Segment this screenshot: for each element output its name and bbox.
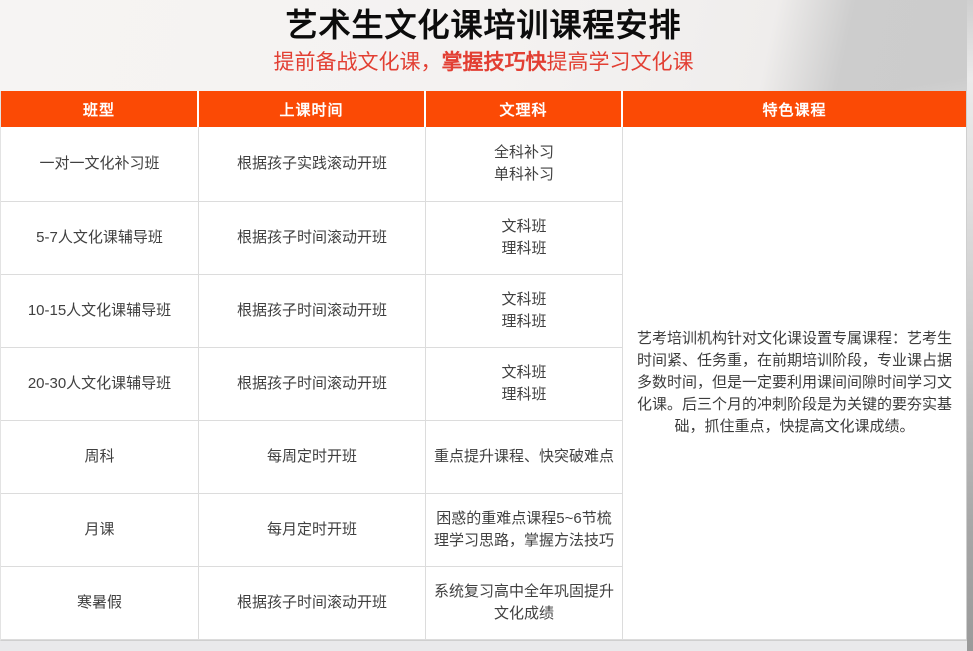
- schedule-cell: 根据孩子时间滚动开班: [199, 275, 426, 347]
- header-subjects: 文理科: [426, 91, 623, 127]
- table-row: 寒暑假根据孩子时间滚动开班系统复习高中全年巩固提升文化成绩: [1, 567, 623, 640]
- subtitle-highlight: 掌握技巧快: [442, 51, 547, 74]
- subtitle-suffix: 提高学习文化课: [547, 51, 694, 74]
- subject-line: 单科补习: [494, 164, 554, 186]
- subtitle-prefix: 提前备战文化课，: [274, 51, 442, 74]
- header-class-type: 班型: [1, 91, 199, 127]
- class-type-cell: 10-15人文化课辅导班: [1, 275, 199, 347]
- subjects-cell: 困惑的重难点课程5~6节梳理学习思路，掌握方法技巧: [426, 494, 623, 566]
- table-row: 20-30人文化课辅导班根据孩子时间滚动开班文科班理科班: [1, 348, 623, 421]
- table-row: 一对一文化补习班根据孩子实践滚动开班全科补习单科补习: [1, 127, 623, 202]
- table-row: 5-7人文化课辅导班根据孩子时间滚动开班文科班理科班: [1, 202, 623, 275]
- feature-course-text: 艺考培训机构针对文化课设置专属课程：艺考生时间紧、任务重，在前期培训阶段，专业课…: [631, 328, 958, 438]
- subject-line: 理科班: [501, 238, 546, 260]
- course-schedule-table: 班型 上课时间 文理科 特色课程 一对一文化补习班根据孩子实践滚动开班全科补习单…: [0, 91, 967, 641]
- schedule-cell: 根据孩子实践滚动开班: [199, 127, 426, 201]
- subjects-cell: 系统复习高中全年巩固提升文化成绩: [426, 567, 623, 639]
- subject-line: 困惑的重难点课程5~6节梳理学习思路，掌握方法技巧: [432, 508, 616, 552]
- class-type-cell: 20-30人文化课辅导班: [1, 348, 199, 420]
- table-row: 10-15人文化课辅导班根据孩子时间滚动开班文科班理科班: [1, 275, 623, 348]
- subject-line: 理科班: [501, 311, 546, 333]
- table-row: 月课每月定时开班困惑的重难点课程5~6节梳理学习思路，掌握方法技巧: [1, 494, 623, 567]
- table-header-row: 班型 上课时间 文理科 特色课程: [1, 91, 966, 127]
- subject-line: 重点提升课程、快突破难点: [434, 446, 614, 468]
- background-right-strip: [967, 0, 973, 651]
- header-class-time: 上课时间: [199, 91, 426, 127]
- subjects-cell: 文科班理科班: [426, 202, 623, 274]
- table-rows: 一对一文化补习班根据孩子实践滚动开班全科补习单科补习5-7人文化课辅导班根据孩子…: [1, 127, 623, 640]
- table-body: 一对一文化补习班根据孩子实践滚动开班全科补习单科补习5-7人文化课辅导班根据孩子…: [1, 127, 966, 640]
- schedule-cell: 每周定时开班: [199, 421, 426, 493]
- page-subtitle: 提前备战文化课，掌握技巧快提高学习文化课: [0, 51, 967, 75]
- schedule-cell: 根据孩子时间滚动开班: [199, 202, 426, 274]
- background-bottom-strip: [0, 641, 967, 651]
- class-type-cell: 5-7人文化课辅导班: [1, 202, 199, 274]
- subjects-cell: 文科班理科班: [426, 275, 623, 347]
- class-type-cell: 寒暑假: [1, 567, 199, 639]
- subject-line: 理科班: [501, 384, 546, 406]
- page-header: 艺术生文化课培训课程安排 提前备战文化课，掌握技巧快提高学习文化课: [0, 0, 967, 91]
- subject-line: 文科班: [501, 289, 546, 311]
- header-feature-course: 特色课程: [623, 91, 966, 127]
- subject-line: 系统复习高中全年巩固提升文化成绩: [432, 581, 616, 625]
- feature-course-cell: 艺考培训机构针对文化课设置专属课程：艺考生时间紧、任务重，在前期培训阶段，专业课…: [623, 127, 966, 640]
- subjects-cell: 全科补习单科补习: [426, 127, 623, 201]
- schedule-cell: 根据孩子时间滚动开班: [199, 567, 426, 639]
- table-row: 周科每周定时开班重点提升课程、快突破难点: [1, 421, 623, 494]
- class-type-cell: 周科: [1, 421, 199, 493]
- schedule-cell: 根据孩子时间滚动开班: [199, 348, 426, 420]
- schedule-cell: 每月定时开班: [199, 494, 426, 566]
- subjects-cell: 重点提升课程、快突破难点: [426, 421, 623, 493]
- class-type-cell: 一对一文化补习班: [1, 127, 199, 201]
- subject-line: 文科班: [501, 216, 546, 238]
- subject-line: 文科班: [501, 362, 546, 384]
- subject-line: 全科补习: [494, 142, 554, 164]
- class-type-cell: 月课: [1, 494, 199, 566]
- page-title: 艺术生文化课培训课程安排: [0, 7, 967, 43]
- subjects-cell: 文科班理科班: [426, 348, 623, 420]
